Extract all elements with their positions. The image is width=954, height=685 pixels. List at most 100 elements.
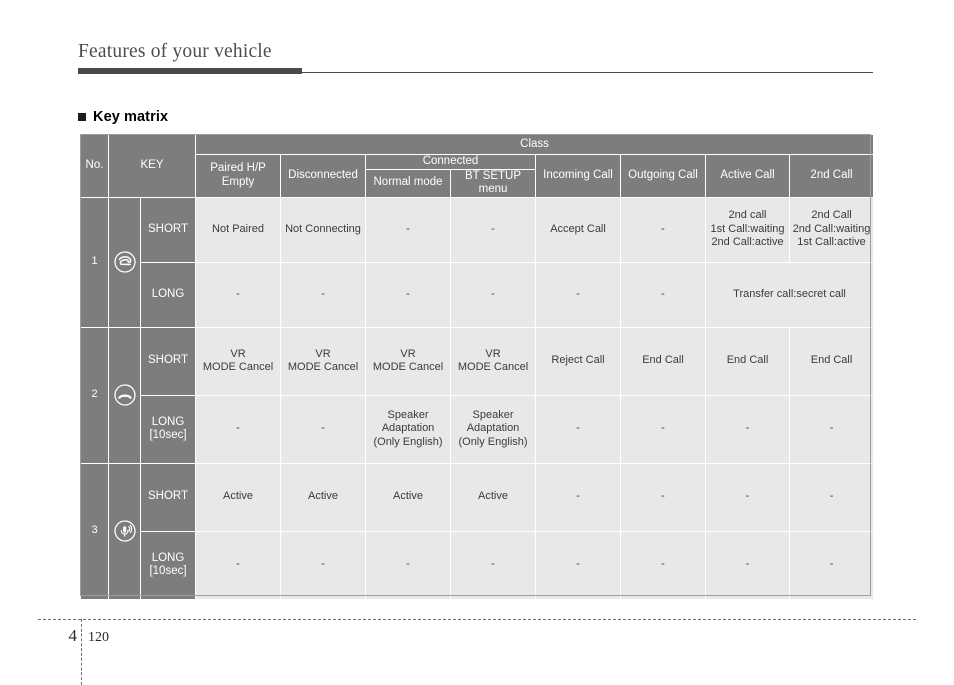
cell-r3-short-outgoing: - — [620, 462, 707, 532]
cell-r1-long-transfer-call: Transfer call:secret call — [705, 261, 875, 328]
footer-chapter-number: 4 — [68, 626, 78, 645]
header-rule — [78, 68, 873, 74]
press-type-label: SHORT — [147, 222, 189, 235]
cell-r2-short-paired: VR MODE Cancel — [195, 326, 282, 396]
cell-r2-long-active: - — [705, 394, 791, 464]
footer-dashed-vertical-rule — [81, 619, 82, 685]
cell-r1-long-disconnected: - — [280, 261, 367, 328]
cell-line-2: MODE Cancel — [287, 361, 359, 373]
cell-line-1: Speaker — [387, 408, 429, 421]
cell-line-1: VR — [230, 347, 246, 360]
cell-r1-short-incoming: Accept Call — [535, 196, 622, 263]
header-disconnected: Disconnected — [280, 154, 367, 198]
table-row: LONG - - - - - - Transfer call:secret ca… — [81, 261, 875, 328]
cell-r2-long-disconnected: - — [280, 394, 367, 464]
table-header-row-1: No. KEY Class — [80, 134, 875, 198]
cell-r2-short-normal-mode: VR MODE Cancel — [365, 326, 452, 396]
cell-r2-long-paired: - — [195, 394, 282, 464]
header-active-call: Active Call — [705, 154, 791, 198]
cell-line-2: MODE Cancel — [457, 361, 529, 373]
header-paired-line2: Empty — [221, 175, 255, 188]
page-header: Features of your vehicle — [78, 40, 873, 74]
table-row: 1 SHORT Not Paired Not Connecting - - Ac… — [80, 196, 875, 328]
cell-line-2: MODE Cancel — [372, 361, 444, 373]
footer-dashed-horizontal-rule — [38, 619, 916, 620]
cell-r2-short-disconnected: VR MODE Cancel — [280, 326, 367, 396]
press-type-label: SHORT — [147, 354, 189, 367]
cell-line-3: 2nd Call:active — [711, 236, 784, 249]
cell-r1-short-outgoing: - — [620, 196, 707, 263]
cell-line-1: VR — [485, 347, 501, 360]
table-header-row-2: Paired H/P Empty Disconnected Connected … — [81, 154, 875, 198]
press-type-label: LONG — [151, 415, 185, 428]
press-type-short-row2: SHORT — [139, 326, 197, 396]
cell-r1-long-outgoing: - — [620, 261, 707, 328]
press-type-label: LONG — [151, 287, 185, 300]
cell-r3-long-active: - — [705, 530, 791, 600]
cell-r2-long-bt-setup: Speaker Adaptation (Only English) — [450, 394, 537, 464]
table-row: LONG [10sec] - - - - - - - - — [81, 530, 875, 600]
press-type-short-row1: SHORT — [139, 196, 197, 263]
cell-r1-long-paired: - — [195, 261, 282, 328]
press-type-short-row3: SHORT — [139, 462, 197, 532]
header-paired-line1: Paired H/P — [210, 162, 266, 175]
header-bt-setup-menu: BT SETUP menu — [450, 168, 537, 198]
cell-r3-long-outgoing: - — [620, 530, 707, 600]
cell-r3-long-2nd-call: - — [789, 530, 875, 600]
press-type-long-row1: LONG — [139, 261, 197, 328]
cell-r2-short-bt-setup: VR MODE Cancel — [450, 326, 537, 396]
cell-r1-short-normal-mode: - — [365, 196, 452, 263]
cell-r1-short-2nd-call: 2nd Call 2nd Call:waiting 1st Call:activ… — [789, 196, 875, 263]
cell-r3-long-incoming: - — [535, 530, 622, 600]
call-end-icon — [108, 326, 141, 464]
table-row: 3 SHORT Active Active Active Active - - — [80, 462, 875, 600]
press-type-label: LONG — [151, 551, 185, 564]
header-incoming-call: Incoming Call — [535, 154, 622, 198]
press-type-long-row3: LONG [10sec] — [139, 530, 197, 600]
cell-line-1: VR — [400, 347, 416, 360]
header-paired-hp-empty: Paired H/P Empty — [195, 154, 282, 198]
bullet-square-icon — [78, 113, 86, 121]
cell-r2-short-incoming: Reject Call — [535, 326, 622, 396]
cell-r3-short-active: - — [705, 462, 791, 532]
cell-r3-long-normal-mode: - — [365, 530, 452, 600]
header-connected: Connected — [365, 154, 537, 170]
cell-r3-short-normal-mode: Active — [365, 462, 452, 532]
row-number-1: 1 — [80, 196, 109, 328]
cell-line-3: 1st Call:active — [797, 236, 866, 249]
cell-r1-short-active: 2nd call 1st Call:waiting 2nd Call:activ… — [705, 196, 791, 263]
cell-line-3: (Only English) — [458, 435, 528, 448]
cell-line-2: Adaptation — [381, 422, 435, 435]
cell-line-1: 2nd Call — [811, 209, 852, 222]
header-2nd-call: 2nd Call — [789, 154, 875, 198]
voice-recognition-icon — [108, 462, 141, 600]
press-type-duration: [10sec] — [149, 429, 187, 441]
cell-r2-short-active: End Call — [705, 326, 791, 396]
cell-r2-long-normal-mode: Speaker Adaptation (Only English) — [365, 394, 452, 464]
cell-line-2: 1st Call:waiting — [710, 222, 785, 235]
cell-r2-short-outgoing: End Call — [620, 326, 707, 396]
table-row: 2 SHORT VR MODE Cancel VR MODE Cancel VR — [80, 326, 875, 464]
cell-r1-short-bt-setup: - — [450, 196, 537, 263]
cell-line-2: Adaptation — [466, 422, 520, 435]
call-answer-icon — [108, 196, 141, 328]
header-outgoing-call: Outgoing Call — [620, 154, 707, 198]
page-title: Features of your vehicle — [78, 41, 272, 62]
section-heading-label: Key matrix — [93, 109, 169, 125]
key-matrix-table: No. KEY Class Paired H/P Empty Disconnec… — [80, 134, 875, 600]
section-heading: Key matrix — [78, 109, 168, 125]
cell-r1-short-paired: Not Paired — [195, 196, 282, 263]
cell-r1-short-disconnected: Not Connecting — [280, 196, 367, 263]
cell-r3-short-2nd-call: - — [789, 462, 875, 532]
cell-r3-long-bt-setup: - — [450, 530, 537, 600]
cell-line-1: VR — [315, 347, 331, 360]
cell-line-3: (Only English) — [373, 435, 443, 448]
cell-r3-short-disconnected: Active — [280, 462, 367, 532]
header-normal-mode: Normal mode — [365, 168, 452, 198]
cell-r2-long-2nd-call: - — [789, 394, 875, 464]
cell-r1-long-incoming: - — [535, 261, 622, 328]
cell-r1-long-bt-setup: - — [450, 261, 537, 328]
row-number-3: 3 — [80, 462, 109, 600]
cell-r2-short-2nd-call: End Call — [789, 326, 875, 396]
cell-line-1: Speaker — [472, 408, 514, 421]
